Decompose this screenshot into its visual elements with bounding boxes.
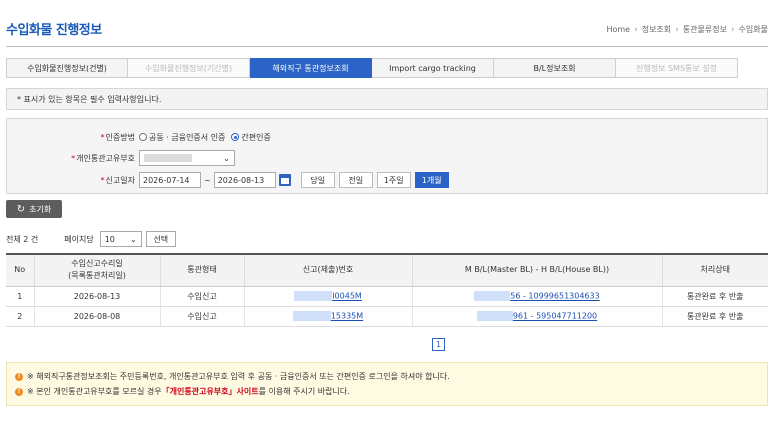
period-1month-button[interactable]: 1개월 xyxy=(414,172,449,188)
required-notice: * 표시가 있는 항목은 필수 입력사항입니다. xyxy=(6,88,768,110)
row-report-number: I0045M xyxy=(244,286,413,307)
tab-bar: 수입화물진행정보(건별) 수입화물진행정보(기간별) 해외직구 통관정보조회 I… xyxy=(6,58,768,78)
result-summary: 전체 2 건 페이지당 10 ⌄ 선택 xyxy=(6,231,176,247)
pagination-page-1[interactable]: 1 xyxy=(432,338,445,351)
col-accept-date: 수입신고수리일 (목록통관처리일) xyxy=(34,253,161,287)
period-yesterday-button[interactable]: 전일 xyxy=(338,172,373,188)
breadcrumb-item[interactable]: 정보조회 xyxy=(642,24,671,35)
radio-unchecked-icon xyxy=(139,133,147,141)
col-status: 처리상태 xyxy=(662,253,768,287)
calendar-icon[interactable] xyxy=(278,174,291,186)
masked-value xyxy=(294,291,333,301)
report-number-link[interactable]: 15335M xyxy=(331,312,363,321)
row-no: 2 xyxy=(6,306,35,327)
tab-import-cargo-by-case[interactable]: 수입화물진행정보(건별) xyxy=(6,58,128,78)
report-date-row: *신고일자 2026-07-14 ~ 2026-08-13 당일 전일 1주일 … xyxy=(7,172,449,188)
page-title: 수입화물 진행정보 xyxy=(6,23,102,38)
auth-simple-radio[interactable]: 간편인증 xyxy=(231,132,271,143)
breadcrumb-current: 수입화물 xyxy=(738,25,768,34)
table-row: 1 2026-08-13 수입신고 I0045M 56 - 1099965130… xyxy=(6,286,768,307)
row-type: 수입신고 xyxy=(160,286,245,307)
chevron-right-icon: › xyxy=(730,24,735,35)
reset-button[interactable]: ↻ 초기화 xyxy=(6,200,62,218)
per-page-label: 페이지당 xyxy=(64,234,94,244)
results-table: No 수입신고수리일 (목록통관처리일) 통관형태 신고(제출)번호 M B/L… xyxy=(6,253,768,327)
masked-value xyxy=(144,154,192,162)
row-no: 1 xyxy=(6,286,35,307)
row-date: 2026-08-13 xyxy=(34,286,161,307)
chevron-right-icon: › xyxy=(675,24,679,35)
auth-certificate-radio[interactable]: 공동 · 금융인증서 인증 xyxy=(139,132,225,143)
info-alert: ! ※ 해외직구통관정보조회는 주민등록번호, 개인통관고유부호 입력 후 공동… xyxy=(6,362,768,406)
masked-value xyxy=(292,311,331,321)
alert-line: ! ※ 본인 개인통관고유부호를 모르실 경우 「개인통관고유부호」사이트 를 … xyxy=(15,384,759,399)
search-form: *인증방법 공동 · 금융인증서 인증 간편인증 *개인통관고유부호 ⌄ *신고… xyxy=(6,118,768,194)
col-clearance-type: 통관형태 xyxy=(160,253,245,287)
table-row: 2 2026-08-08 수입신고 15335M 961 - 595047711… xyxy=(6,306,768,327)
refresh-icon: ↻ xyxy=(16,203,26,215)
tab-import-cargo-tracking[interactable]: Import cargo tracking xyxy=(372,58,494,78)
row-bl-number: 961 - 595047711200 xyxy=(412,306,663,327)
warning-icon: ! xyxy=(15,387,23,396)
chevron-right-icon: › xyxy=(634,24,638,35)
chevron-down-icon: ⌄ xyxy=(130,234,137,244)
total-count: 전체 2 건 xyxy=(6,234,39,244)
auth-method-label: *인증방법 xyxy=(100,132,135,142)
chevron-down-icon: ⌄ xyxy=(223,153,230,163)
table-header-row: No 수입신고수리일 (목록통관처리일) 통관형태 신고(제출)번호 M B/L… xyxy=(6,253,768,287)
row-type: 수입신고 xyxy=(160,306,245,327)
date-from-input[interactable]: 2026-07-14 xyxy=(139,172,201,188)
auth-method-row: *인증방법 공동 · 금융인증서 인증 간편인증 xyxy=(7,129,277,145)
tab-sms-notification[interactable]: 진행정보 SMS통보 설정 xyxy=(616,58,738,78)
date-range-separator: ~ xyxy=(204,175,211,185)
row-status: 통관완료 후 반출 xyxy=(662,306,768,327)
breadcrumb-home[interactable]: Home xyxy=(606,25,630,34)
period-today-button[interactable]: 당일 xyxy=(300,172,335,188)
title-divider xyxy=(6,46,768,47)
radio-checked-icon xyxy=(231,133,240,141)
customs-code-label: *개인통관고유부호 xyxy=(71,153,135,163)
bl-number-link[interactable]: 961 - 595047711200 xyxy=(513,312,597,321)
tab-overseas-purchase[interactable]: 해외직구 통관정보조회 xyxy=(250,58,372,78)
alert-line: ! ※ 해외직구통관정보조회는 주민등록번호, 개인통관고유부호 입력 후 공동… xyxy=(15,369,759,384)
row-status: 통관완료 후 반출 xyxy=(662,286,768,307)
bl-number-link[interactable]: 56 - 10999651304633 xyxy=(510,292,599,301)
per-page-apply-button[interactable]: 선택 xyxy=(145,231,176,247)
report-number-link[interactable]: I0045M xyxy=(332,292,362,301)
col-report-number: 신고(제출)번호 xyxy=(244,253,413,287)
masked-value xyxy=(476,311,513,321)
tab-bl-info[interactable]: B/L정보조회 xyxy=(494,58,616,78)
report-date-label: *신고일자 xyxy=(100,175,135,185)
breadcrumb-item[interactable]: 통관물류정보 xyxy=(683,24,727,35)
customs-code-row: *개인통관고유부호 ⌄ xyxy=(7,150,235,166)
masked-value xyxy=(474,291,511,301)
customs-code-select[interactable]: ⌄ xyxy=(139,150,235,166)
row-report-number: 15335M xyxy=(244,306,413,327)
row-date: 2026-08-08 xyxy=(34,306,161,327)
date-to-input[interactable]: 2026-08-13 xyxy=(213,172,276,188)
warning-icon: ! xyxy=(15,372,23,381)
period-1week-button[interactable]: 1주일 xyxy=(376,172,411,188)
row-bl-number: 56 - 10999651304633 xyxy=(412,286,663,307)
breadcrumb: Home › 정보조회 › 통관물류정보 › 수입화물 xyxy=(606,24,768,35)
customs-code-site-link[interactable]: 「개인통관고유부호」사이트 xyxy=(162,386,259,397)
tab-import-cargo-by-period[interactable]: 수입화물진행정보(기간별) xyxy=(128,58,250,78)
col-bl-number: M B/L(Master BL) - H B/L(House BL)) xyxy=(412,253,663,287)
col-no: No xyxy=(6,253,35,287)
per-page-select[interactable]: 10 ⌄ xyxy=(99,231,142,247)
